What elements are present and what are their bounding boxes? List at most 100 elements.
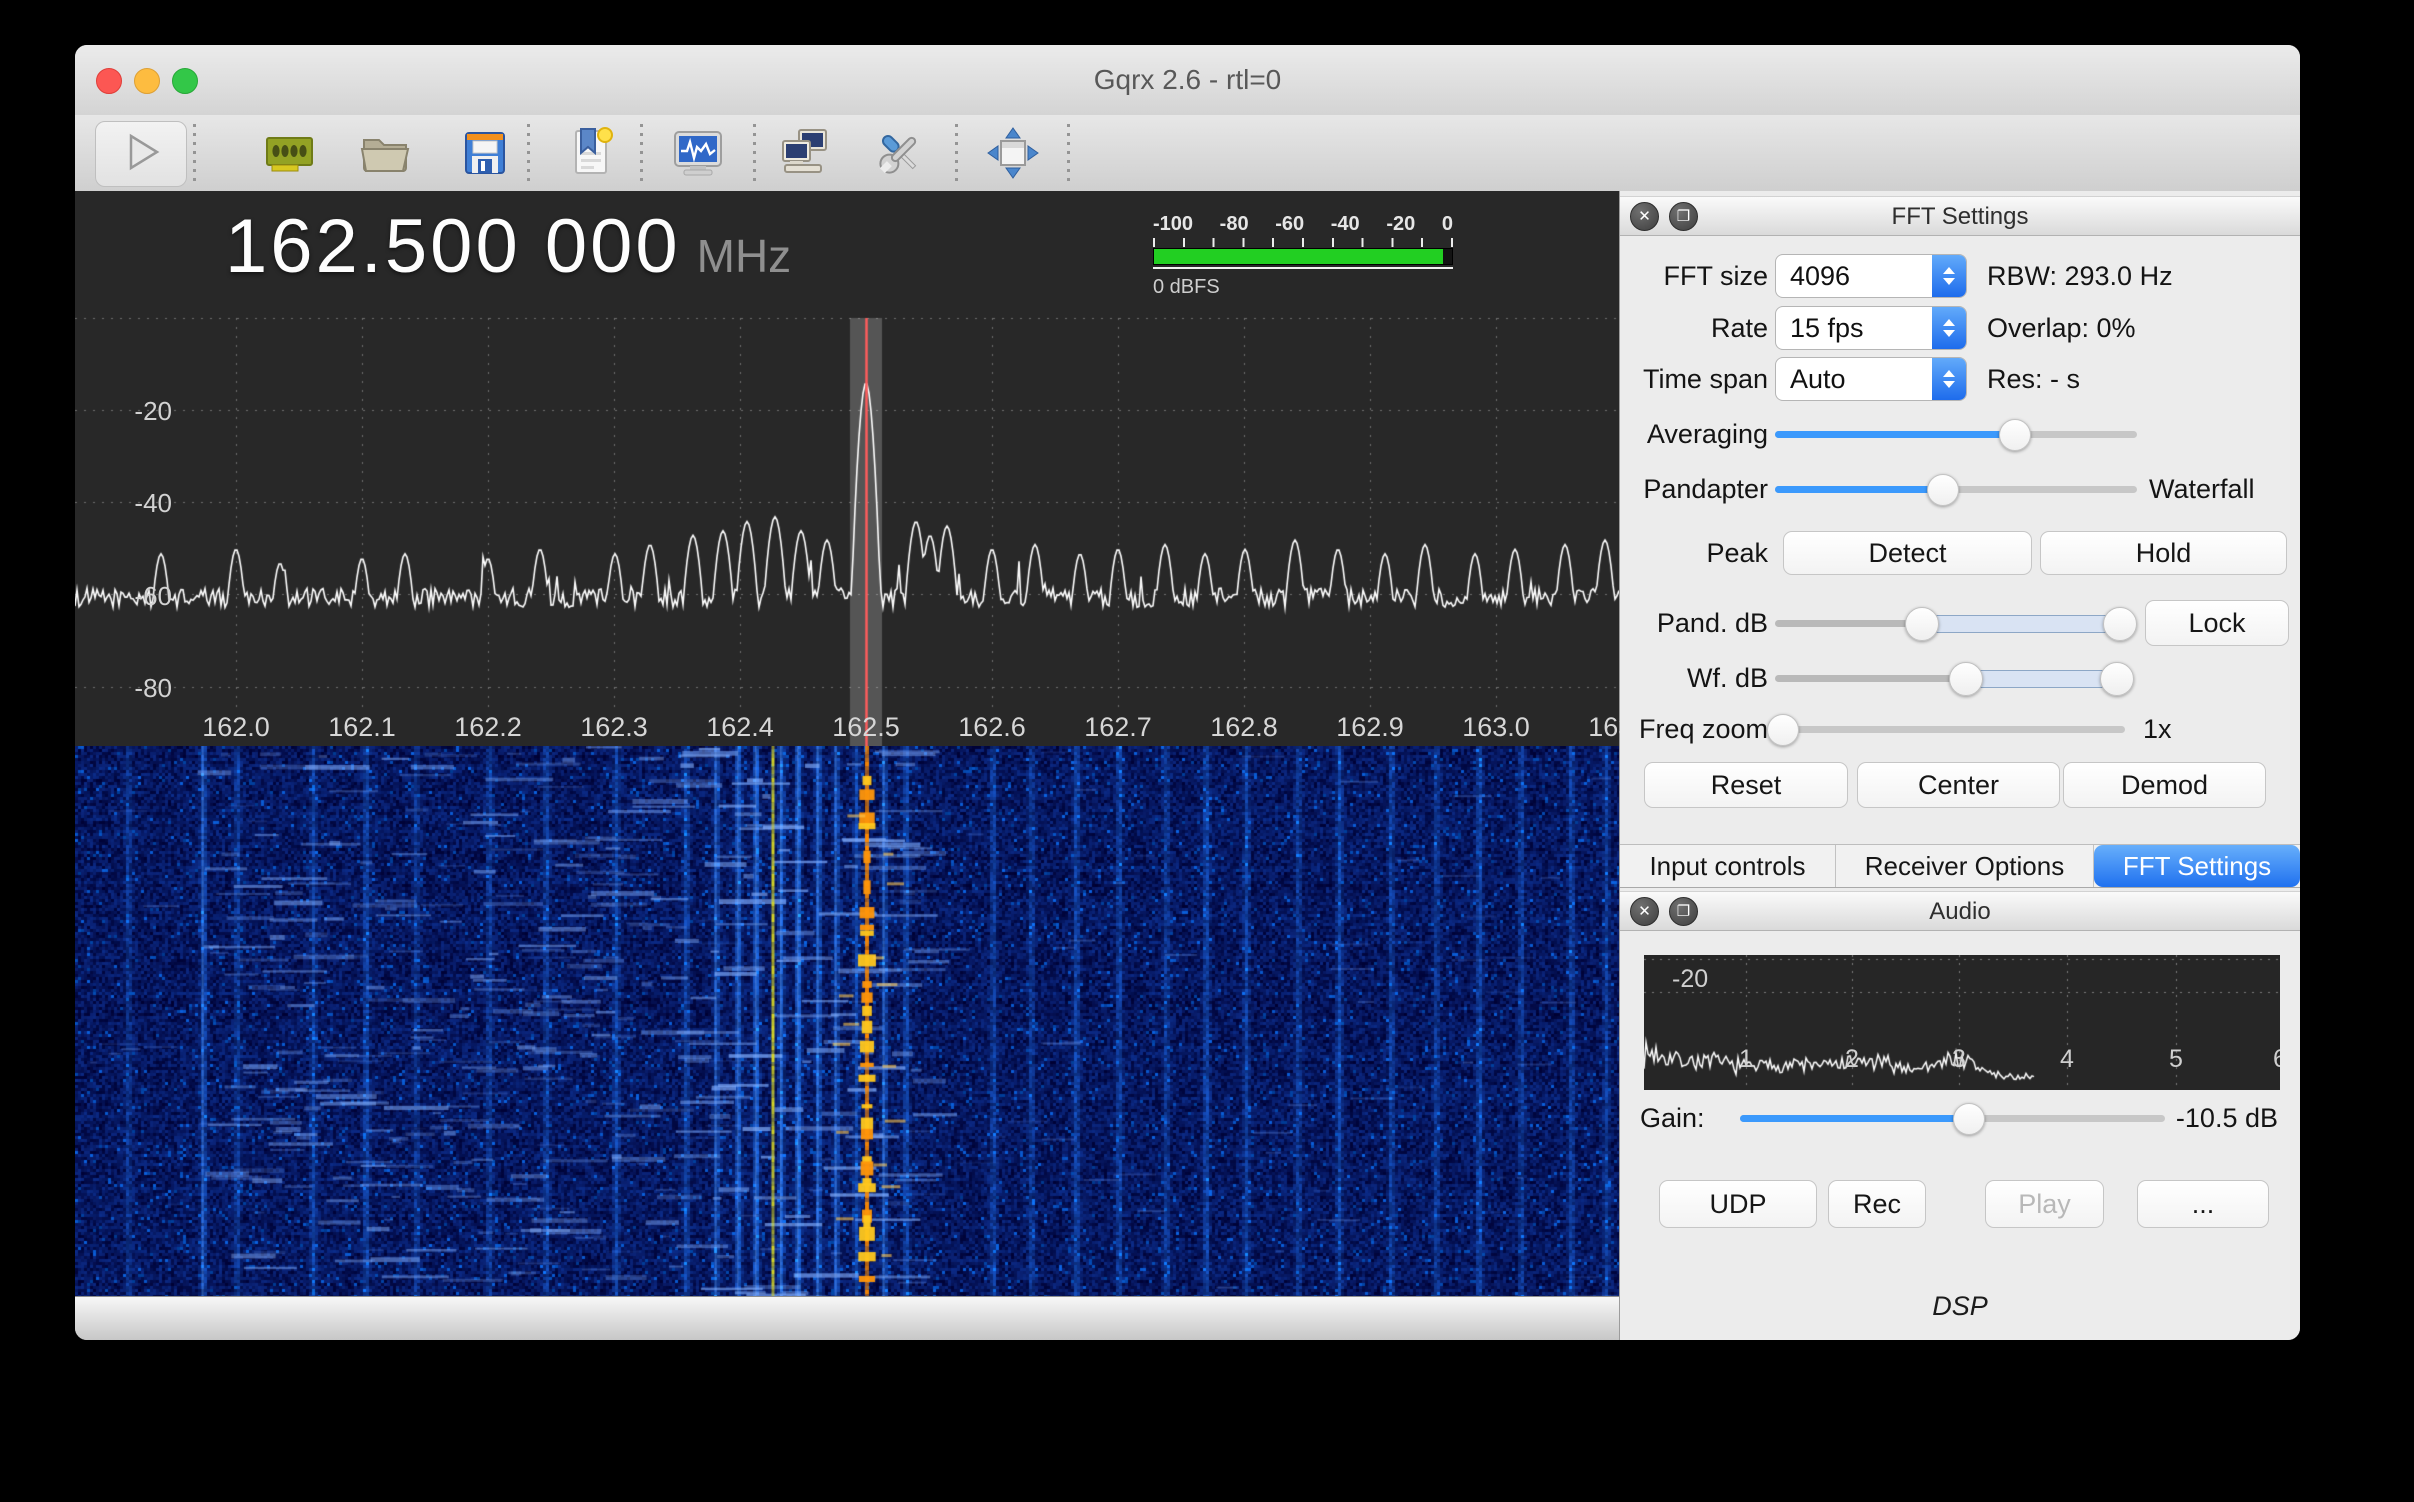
waterfall-db-range-slider[interactable]: [1775, 656, 2130, 700]
dock-title: FFT Settings: [1620, 203, 2300, 231]
audio-db-label: -20: [1672, 965, 1708, 994]
freq-axis-label: 163.0: [1436, 712, 1556, 743]
configure-devices-button[interactable]: [262, 125, 318, 181]
fft-size-select[interactable]: 4096: [1775, 254, 1967, 298]
dsp-display-button[interactable]: [670, 125, 726, 181]
db-axis-label: -80: [92, 673, 172, 704]
tools-button[interactable]: [872, 125, 928, 181]
freq-zoom-slider[interactable]: [1775, 707, 2125, 751]
pandapter-waterfall-split-slider[interactable]: [1775, 467, 2137, 511]
demod-button[interactable]: Demod: [2063, 762, 2266, 808]
play-button[interactable]: Play: [1985, 1180, 2104, 1228]
range-knob-low[interactable]: [1949, 662, 1983, 696]
time-span-select[interactable]: Auto: [1775, 357, 1967, 401]
remote-control-button[interactable]: [777, 125, 833, 181]
fullscreen-icon: [985, 168, 1041, 185]
gqrx-window: Gqrx 2.6 - rtl=0: [75, 45, 2300, 1340]
frequency-unit: MHz: [697, 229, 792, 283]
peak-label: Peak: [1620, 538, 1768, 569]
tab-fft-settings[interactable]: FFT Settings: [2094, 845, 2300, 887]
fullscreen-button[interactable]: [985, 125, 1041, 181]
freq-axis-label: 162.6: [932, 712, 1052, 743]
slider-knob[interactable]: [1927, 474, 1959, 506]
floppy-icon: [457, 168, 513, 185]
dock-panel: ✕ ❐ FFT Settings FFT size 4096 RBW: 293.…: [1619, 191, 2300, 1340]
freq-axis-label: 162.9: [1310, 712, 1430, 743]
udp-button[interactable]: UDP: [1659, 1180, 1817, 1228]
spectrum-area: 162.500 000 MHz -100 -80 -60 -40 -20 0 0…: [75, 191, 1620, 1297]
slider-knob[interactable]: [1953, 1103, 1985, 1135]
bookmark-icon: [564, 168, 620, 185]
reset-button[interactable]: Reset: [1644, 762, 1848, 808]
gain-label: Gain:: [1620, 1103, 1740, 1134]
peak-detect-button[interactable]: Detect: [1783, 531, 2032, 575]
dsp-footer-label: DSP: [1620, 1291, 2300, 1322]
bookmarks-button[interactable]: [564, 125, 620, 181]
slider-knob[interactable]: [1999, 419, 2031, 451]
signal-meter: -100 -80 -60 -40 -20 0 0 dBFS: [1153, 213, 1453, 299]
freq-axis-label: 162.5: [806, 712, 926, 743]
res-info: Res: - s: [1987, 364, 2080, 395]
freq-zoom-value: 1x: [2143, 714, 2172, 745]
freq-axis-label: 162.0: [176, 712, 296, 743]
peak-hold-button[interactable]: Hold: [2040, 531, 2287, 575]
tools-icon: [872, 168, 928, 185]
rbw-info: RBW: 293.0 Hz: [1987, 261, 2173, 292]
stepper-icon[interactable]: [1932, 307, 1966, 349]
freq-axis-label: 162.1: [302, 712, 422, 743]
tab-receiver-options[interactable]: Receiver Options: [1836, 845, 2094, 887]
waterfall-canvas[interactable]: [75, 746, 1620, 1297]
range-knob-low[interactable]: [1905, 607, 1939, 641]
pandapter-db-range-slider[interactable]: [1775, 601, 2130, 645]
save-file-button[interactable]: [457, 125, 513, 181]
toolbar-separator: [955, 124, 958, 182]
db-axis-label: -40: [92, 488, 172, 519]
meter-tick-label: -100: [1153, 213, 1193, 236]
meter-bar: [1153, 248, 1453, 265]
meter-tick-label: -40: [1331, 213, 1360, 236]
waterfall[interactable]: [75, 746, 1620, 1297]
stepper-icon[interactable]: [1932, 255, 1966, 297]
waterfall-label: Waterfall: [2149, 474, 2255, 505]
averaging-label: Averaging: [1620, 419, 1768, 450]
audio-options-button[interactable]: ...: [2137, 1180, 2269, 1228]
frequency-digits[interactable]: 162.500 000: [225, 203, 681, 290]
meter-tick-label: -80: [1220, 213, 1249, 236]
toolbar-separator: [193, 124, 196, 182]
center-button[interactable]: Center: [1857, 762, 2060, 808]
rec-button[interactable]: Rec: [1828, 1180, 1926, 1228]
freq-axis-label: 162.7: [1058, 712, 1178, 743]
range-knob-high[interactable]: [2103, 607, 2137, 641]
meter-tick-label: -20: [1386, 213, 1415, 236]
fft-size-label: FFT size: [1620, 261, 1768, 292]
toolbar-separator: [753, 124, 756, 182]
fft-settings-header: ✕ ❐ FFT Settings: [1620, 196, 2300, 236]
fft-size-value: 4096: [1790, 261, 1850, 292]
slider-knob[interactable]: [1767, 714, 1799, 746]
meter-scale: -100 -80 -60 -40 -20 0: [1153, 213, 1453, 236]
freq-zoom-label: Freq zoom: [1620, 714, 1768, 745]
range-knob-high[interactable]: [2100, 662, 2134, 696]
pand-db-label: Pand. dB: [1620, 608, 1768, 639]
averaging-slider[interactable]: [1775, 412, 2137, 456]
toolbar-separator: [527, 124, 530, 182]
rate-label: Rate: [1620, 313, 1768, 344]
open-file-button[interactable]: [357, 125, 413, 181]
audio-gain-slider[interactable]: [1740, 1096, 2165, 1140]
freq-axis-label: 162.4: [680, 712, 800, 743]
dock-title: Audio: [1620, 898, 2300, 926]
start-dsp-button[interactable]: [95, 121, 187, 187]
dock-tab-bar: Input controls Receiver Options FFT Sett…: [1620, 844, 2300, 888]
meter-ticks: [1153, 238, 1453, 247]
gain-value: -10.5 dB: [2176, 1103, 2278, 1134]
audio-x-label: 4: [2055, 1045, 2079, 1074]
tab-input-controls[interactable]: Input controls: [1620, 845, 1836, 887]
pandapter-plot[interactable]: 162.500 000 MHz -100 -80 -60 -40 -20 0 0…: [75, 191, 1620, 746]
freq-axis-label: 163.1: [1562, 712, 1620, 743]
audio-x-label: 3: [1947, 1045, 1971, 1074]
rate-select[interactable]: 15 fps: [1775, 306, 1967, 350]
lock-button[interactable]: Lock: [2145, 600, 2289, 646]
db-axis-label: -20: [92, 396, 172, 427]
stepper-icon[interactable]: [1932, 358, 1966, 400]
frequency-display[interactable]: 162.500 000 MHz: [225, 203, 791, 290]
